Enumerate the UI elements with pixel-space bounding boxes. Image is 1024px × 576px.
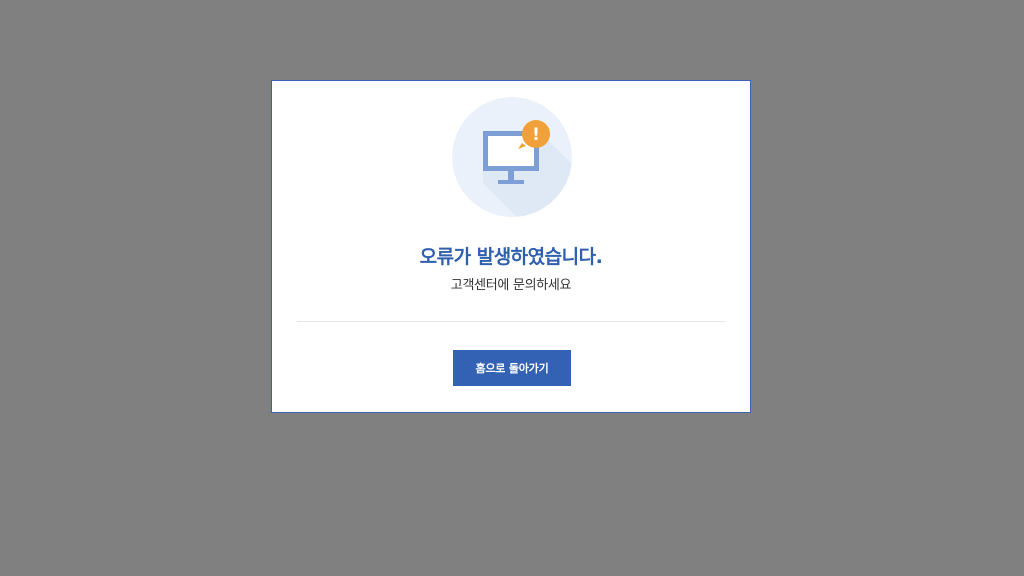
monitor-alert-icon: ! xyxy=(452,97,572,217)
home-button[interactable]: 홈으로 돌아가기 xyxy=(453,350,571,386)
alert-badge-text: ! xyxy=(532,125,540,145)
divider xyxy=(297,321,725,322)
error-title: 오류가 발생하였습니다. xyxy=(419,246,603,268)
error-dialog: ! 오류가 발생하였습니다. 고객센터에 문의하세요 홈으로 돌아가기 xyxy=(271,80,751,413)
error-subtitle: 고객센터에 문의하세요 xyxy=(450,278,572,293)
